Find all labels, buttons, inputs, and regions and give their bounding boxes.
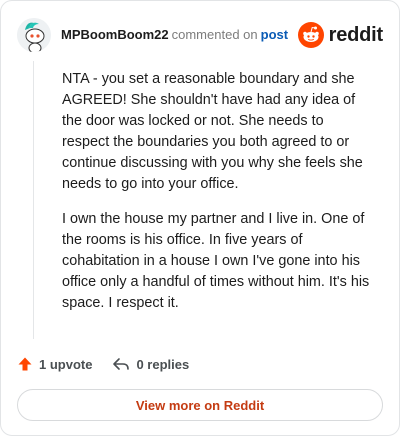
reddit-brand[interactable]: reddit — [297, 22, 384, 48]
snoo-avatar-icon — [17, 18, 51, 52]
comment-body: NTA - you set a reasonable boundary and … — [62, 69, 374, 328]
reddit-logo-icon — [297, 22, 324, 48]
username-link[interactable]: MPBoomBoom22 — [61, 27, 169, 42]
upvote-count: 1 upvote — [39, 356, 93, 372]
comment-paragraph: I own the house my partner and I live in… — [62, 211, 370, 311]
upvote-arrow-icon — [18, 357, 32, 371]
reddit-wordmark: reddit — [328, 23, 384, 46]
thread-line — [33, 61, 34, 339]
view-more-button[interactable]: View more on Reddit — [17, 389, 383, 421]
comment-header: MPBoomBoom22 commented on post reddit — [17, 17, 383, 53]
upvote-button[interactable]: 1 upvote — [17, 356, 92, 372]
replies-button[interactable]: 0 replies — [112, 356, 189, 372]
embedded-comment-card: MPBoomBoom22 commented on post reddit NTA … — [0, 0, 400, 436]
comment-actions: 1 upvote 0 replies — [17, 353, 189, 375]
user-avatar[interactable] — [17, 18, 51, 52]
comment-byline: MPBoomBoom22 commented on post — [61, 27, 288, 43]
reply-arrow-icon — [113, 358, 130, 370]
commented-on-text: commented on — [171, 27, 258, 42]
post-link[interactable]: post — [261, 27, 288, 42]
comment-paragraph: NTA - you set a reasonable boundary and … — [62, 71, 363, 192]
reply-count: 0 replies — [136, 356, 190, 372]
